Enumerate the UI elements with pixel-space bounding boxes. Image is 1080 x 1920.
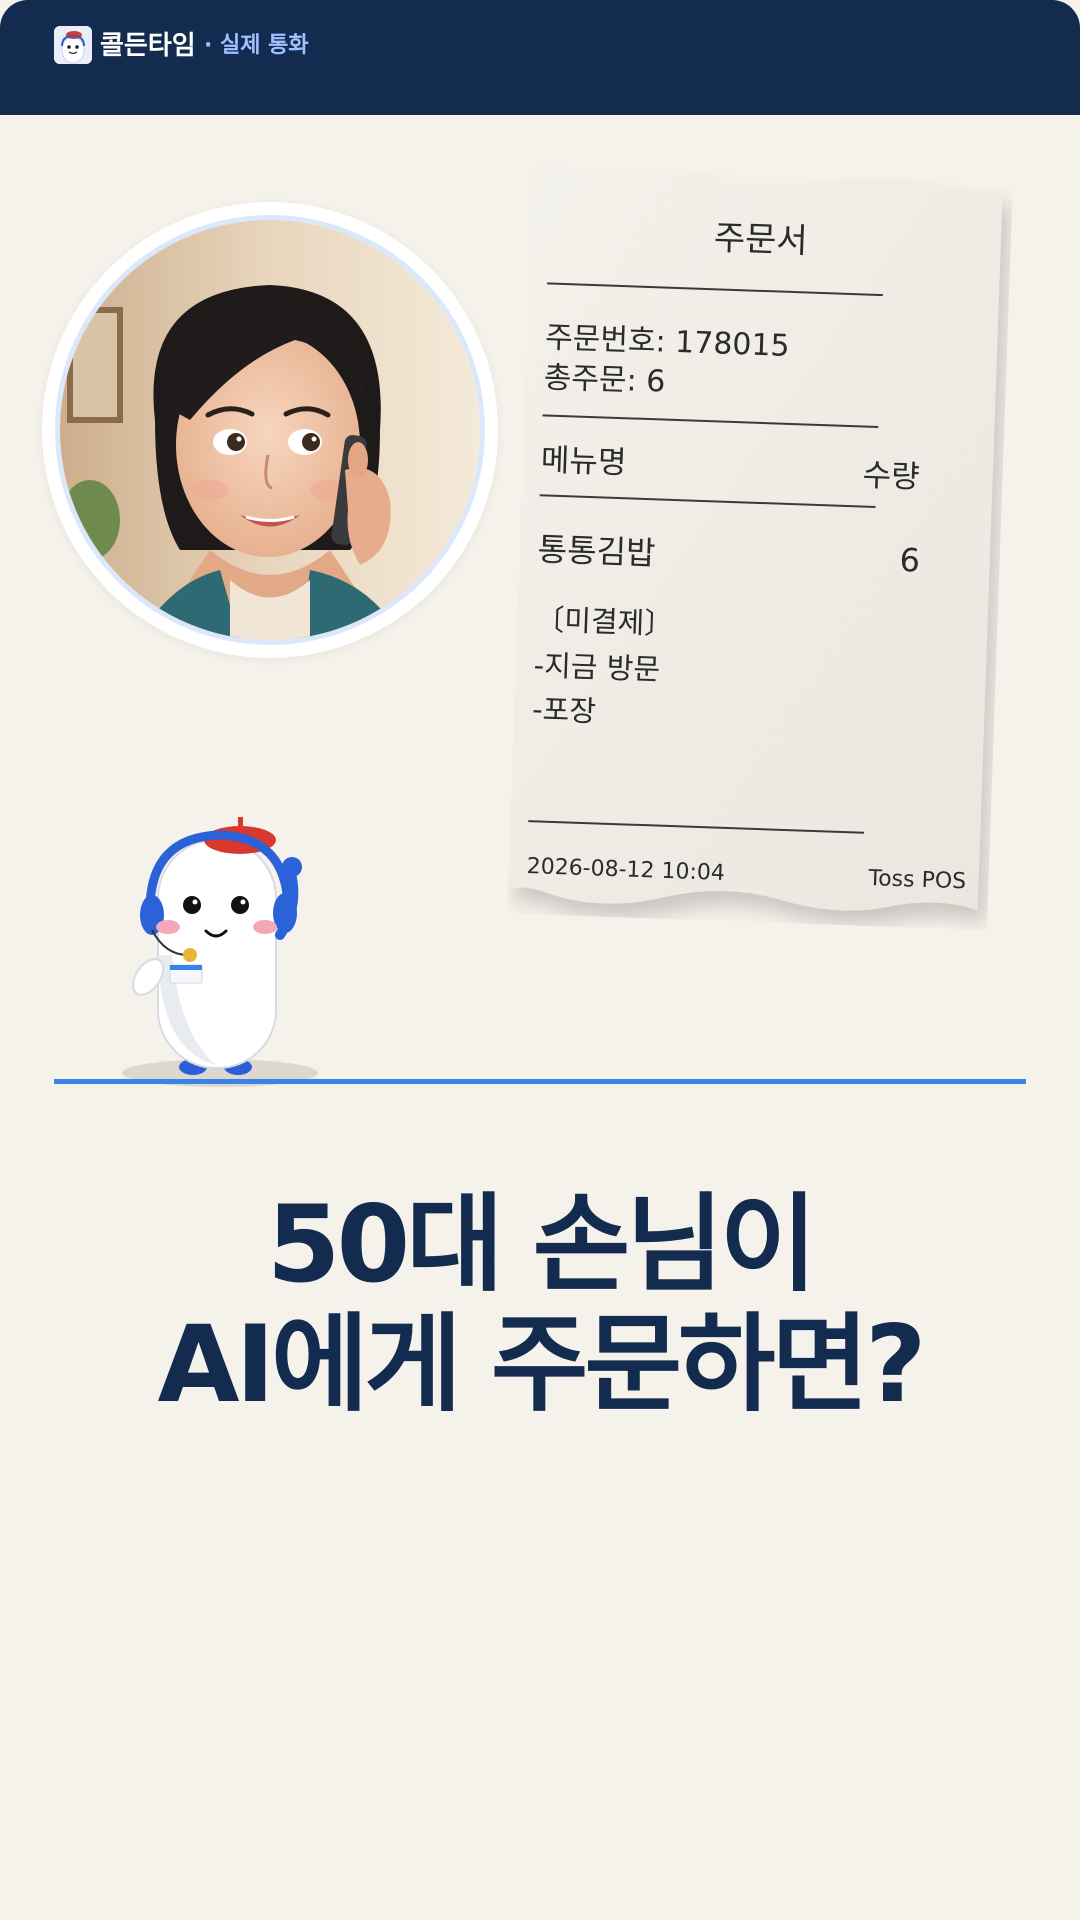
woman-on-phone-portrait [60,220,480,640]
receipt-item-qty: 6 [898,540,921,580]
page: 콜든타임 · 실제 통화 주문서 주문번호: 178015 총주문: 6 메뉴명… [0,0,1080,1920]
receipt-note: -포장 [531,692,597,729]
receipt-pos-name: Toss POS [868,865,967,895]
brand-logo-icon [54,26,92,64]
headline-line-1: 50대 손님이 [266,1183,818,1306]
headset-mascot-icon [120,815,330,1095]
receipt-note: 〔미결제〕 [534,602,674,642]
receipt-col-menu: 메뉴명 [540,442,628,482]
section-divider [54,1079,1026,1084]
receipt-item-name: 통통김밥 [537,530,657,573]
headline: 50대 손님이 AI에게 주문하면? [0,1185,1080,1425]
receipt-total-orders: 총주문: 6 [543,360,666,400]
order-receipt: 주문서 주문번호: 178015 총주문: 6 메뉴명 수량 통통김밥 6 〔미… [507,163,1013,930]
header-bar: 콜든타임 · 실제 통화 [0,0,1080,115]
brand-name: 콜든타임 [100,31,196,61]
headline-line-2: AI에게 주문하면? [157,1303,927,1426]
receipt-col-qty: 수량 [861,457,921,496]
brand-tag: · 실제 통화 [204,33,309,58]
receipt-note: -지금 방문 [533,648,661,687]
